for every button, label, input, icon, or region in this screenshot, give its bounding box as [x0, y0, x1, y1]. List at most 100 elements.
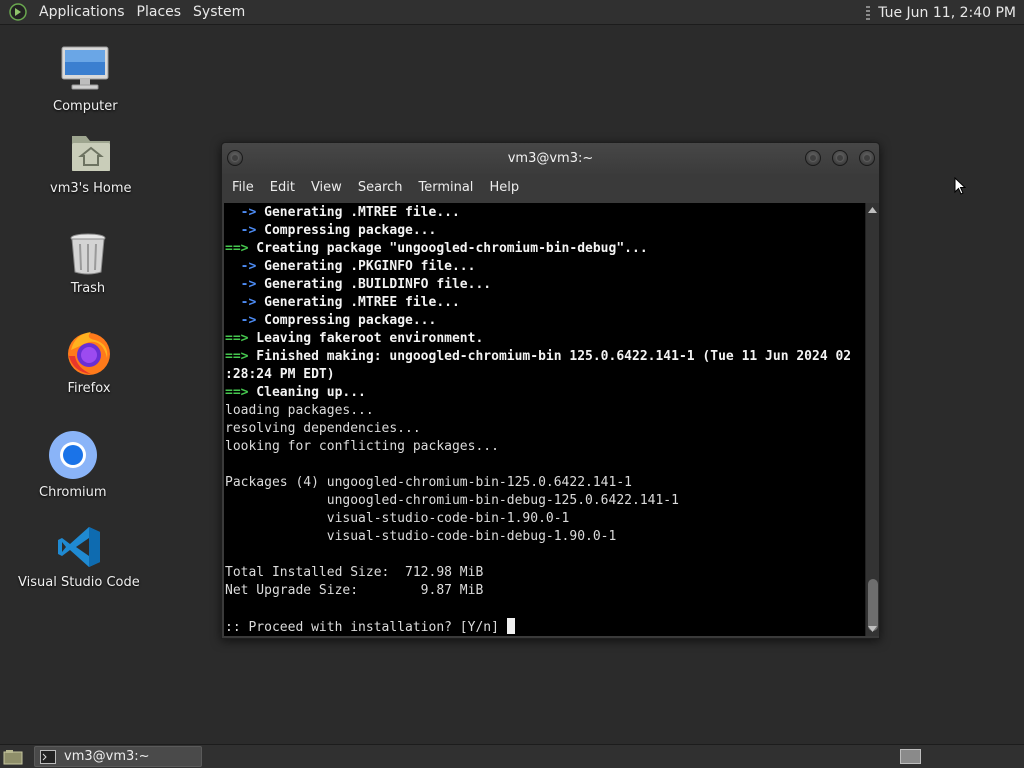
blue-arrow-marker: ->	[225, 259, 257, 274]
terminal-line: looking for conflicting packages...	[225, 438, 865, 456]
taskbar-terminal-button[interactable]: vm3@vm3:~	[34, 746, 202, 767]
desktop-icon-computer[interactable]: Computer	[53, 44, 118, 114]
terminal-line-text: Generating .PKGINFO file...	[256, 259, 476, 274]
home-folder-icon	[66, 126, 116, 176]
terminal-line: visual-studio-code-bin-debug-1.90.0-1	[225, 528, 865, 546]
green-arrow-marker: ==>	[225, 331, 249, 346]
applications-menu[interactable]: Applications	[33, 0, 131, 25]
terminal-line: resolving dependencies...	[225, 420, 865, 438]
menu-terminal[interactable]: Terminal	[410, 174, 481, 202]
close-button[interactable]	[859, 150, 875, 166]
terminal-line: -> Generating .MTREE file...	[225, 204, 865, 222]
desktop-icon-firefox[interactable]: Firefox	[64, 326, 114, 396]
system-menu[interactable]: System	[187, 0, 251, 25]
panel-handle[interactable]	[866, 5, 871, 20]
terminal-line: -> Generating .MTREE file...	[225, 294, 865, 312]
terminal-line-text: Packages (4) ungoogled-chromium-bin-125.…	[225, 475, 632, 490]
terminal-line: visual-studio-code-bin-1.90.0-1	[225, 510, 865, 528]
green-arrow-marker: ==>	[225, 349, 249, 364]
desktop-icon-label: Firefox	[67, 381, 111, 396]
terminal-line-text: Generating .MTREE file...	[256, 295, 460, 310]
terminal-line-text: visual-studio-code-bin-1.90.0-1	[225, 511, 570, 526]
terminal-line-text: looking for conflicting packages...	[225, 439, 499, 454]
mate-logo-icon[interactable]	[8, 2, 28, 22]
terminal-scrollbar[interactable]	[865, 203, 879, 636]
terminal-line-text: Compressing package...	[256, 223, 437, 238]
maximize-button[interactable]	[832, 150, 848, 166]
terminal-line-text: :28:24 PM EDT)	[225, 367, 335, 382]
terminal-line: Total Installed Size: 712.98 MiB	[225, 564, 865, 582]
terminal-line-text: visual-studio-code-bin-debug-1.90.0-1	[225, 529, 617, 544]
menu-help[interactable]: Help	[481, 174, 527, 202]
minimize-button[interactable]	[805, 150, 821, 166]
window-title: vm3@vm3:~	[507, 151, 594, 166]
mouse-pointer-icon	[954, 177, 966, 195]
terminal-line-text: Total Installed Size: 712.98 MiB	[225, 565, 484, 580]
desktop-icon-label: vm3's Home	[50, 181, 132, 196]
taskbar-button-label: vm3@vm3:~	[64, 749, 150, 764]
window-menu-button[interactable]	[227, 150, 243, 166]
desktop-icon-label: Computer	[53, 99, 118, 114]
scroll-down-arrow-icon[interactable]	[866, 623, 879, 635]
menu-file[interactable]: File	[224, 174, 262, 202]
terminal-line: ==> Leaving fakeroot environment.	[225, 330, 865, 348]
desktop-icon-home[interactable]: vm3's Home	[50, 126, 132, 196]
blue-arrow-marker: ->	[225, 313, 257, 328]
desktop-icon-chromium[interactable]: Chromium	[39, 430, 107, 500]
terminal-line-text: resolving dependencies...	[225, 421, 421, 436]
workspace-switcher[interactable]	[900, 749, 921, 764]
scroll-up-arrow-icon[interactable]	[866, 204, 879, 216]
computer-icon	[60, 44, 110, 94]
top-panel-right: Tue Jun 11, 2:40 PM	[866, 0, 1024, 25]
green-arrow-marker: ==>	[225, 385, 249, 400]
desktop-icon-label: Visual Studio Code	[18, 575, 140, 590]
terminal-line-text: Cleaning up...	[248, 385, 366, 400]
terminal-line-text: Creating package "ungoogled-chromium-bin…	[248, 241, 648, 256]
terminal-line: ==> Finished making: ungoogled-chromium-…	[225, 348, 865, 366]
terminal-line: -> Compressing package...	[225, 312, 865, 330]
terminal-prompt-line[interactable]: :: Proceed with installation? [Y/n]	[225, 618, 865, 636]
terminal-icon	[40, 749, 56, 764]
terminal-line-text: Finished making: ungoogled-chromium-bin …	[248, 349, 852, 364]
desktop-icon-trash[interactable]: Trash	[63, 226, 113, 296]
show-desktop-icon[interactable]	[3, 749, 23, 765]
menu-view[interactable]: View	[303, 174, 350, 202]
terminal-line-text: loading packages...	[225, 403, 374, 418]
chromium-icon	[48, 430, 98, 480]
window-titlebar[interactable]: vm3@vm3:~	[222, 143, 879, 174]
terminal-line-text: Compressing package...	[256, 313, 437, 328]
places-menu[interactable]: Places	[131, 0, 188, 25]
blue-arrow-marker: ->	[225, 205, 257, 220]
terminal-line: -> Generating .BUILDINFO file...	[225, 276, 865, 294]
terminal-line: Packages (4) ungoogled-chromium-bin-125.…	[225, 474, 865, 492]
trash-icon	[63, 226, 113, 276]
terminal-line: -> Compressing package...	[225, 222, 865, 240]
terminal-line-text: Leaving fakeroot environment.	[248, 331, 484, 346]
terminal-area: -> Generating .MTREE file... -> Compress…	[224, 203, 879, 636]
blue-arrow-marker: ->	[225, 223, 257, 238]
terminal-line: -> Generating .PKGINFO file...	[225, 258, 865, 276]
blue-arrow-marker: ->	[225, 295, 257, 310]
terminal-line: :28:24 PM EDT)	[225, 366, 865, 384]
terminal-line: ungoogled-chromium-bin-debug-125.0.6422.…	[225, 492, 865, 510]
terminal-window[interactable]: vm3@vm3:~ File Edit View Search Terminal…	[221, 142, 880, 639]
terminal-line-text: ungoogled-chromium-bin-debug-125.0.6422.…	[225, 493, 679, 508]
desktop-icon-vscode[interactable]: Visual Studio Code	[18, 520, 140, 590]
terminal-menubar: File Edit View Search Terminal Help	[222, 174, 879, 202]
green-arrow-marker: ==>	[225, 241, 249, 256]
desktop-icon-label: Chromium	[39, 485, 107, 500]
clock[interactable]: Tue Jun 11, 2:40 PM	[878, 5, 1024, 21]
menu-search[interactable]: Search	[350, 174, 411, 202]
terminal-line: Net Upgrade Size: 9.87 MiB	[225, 582, 865, 600]
blue-arrow-marker: ->	[225, 277, 257, 292]
menu-edit[interactable]: Edit	[262, 174, 303, 202]
terminal-line: ==> Creating package "ungoogled-chromium…	[225, 240, 865, 258]
terminal-line: ==> Cleaning up...	[225, 384, 865, 402]
desktop-icon-label: Trash	[70, 281, 106, 296]
terminal-line-text: Generating .BUILDINFO file...	[256, 277, 492, 292]
terminal-output[interactable]: -> Generating .MTREE file... -> Compress…	[224, 203, 865, 636]
terminal-prompt: :: Proceed with installation? [Y/n]	[225, 620, 507, 635]
